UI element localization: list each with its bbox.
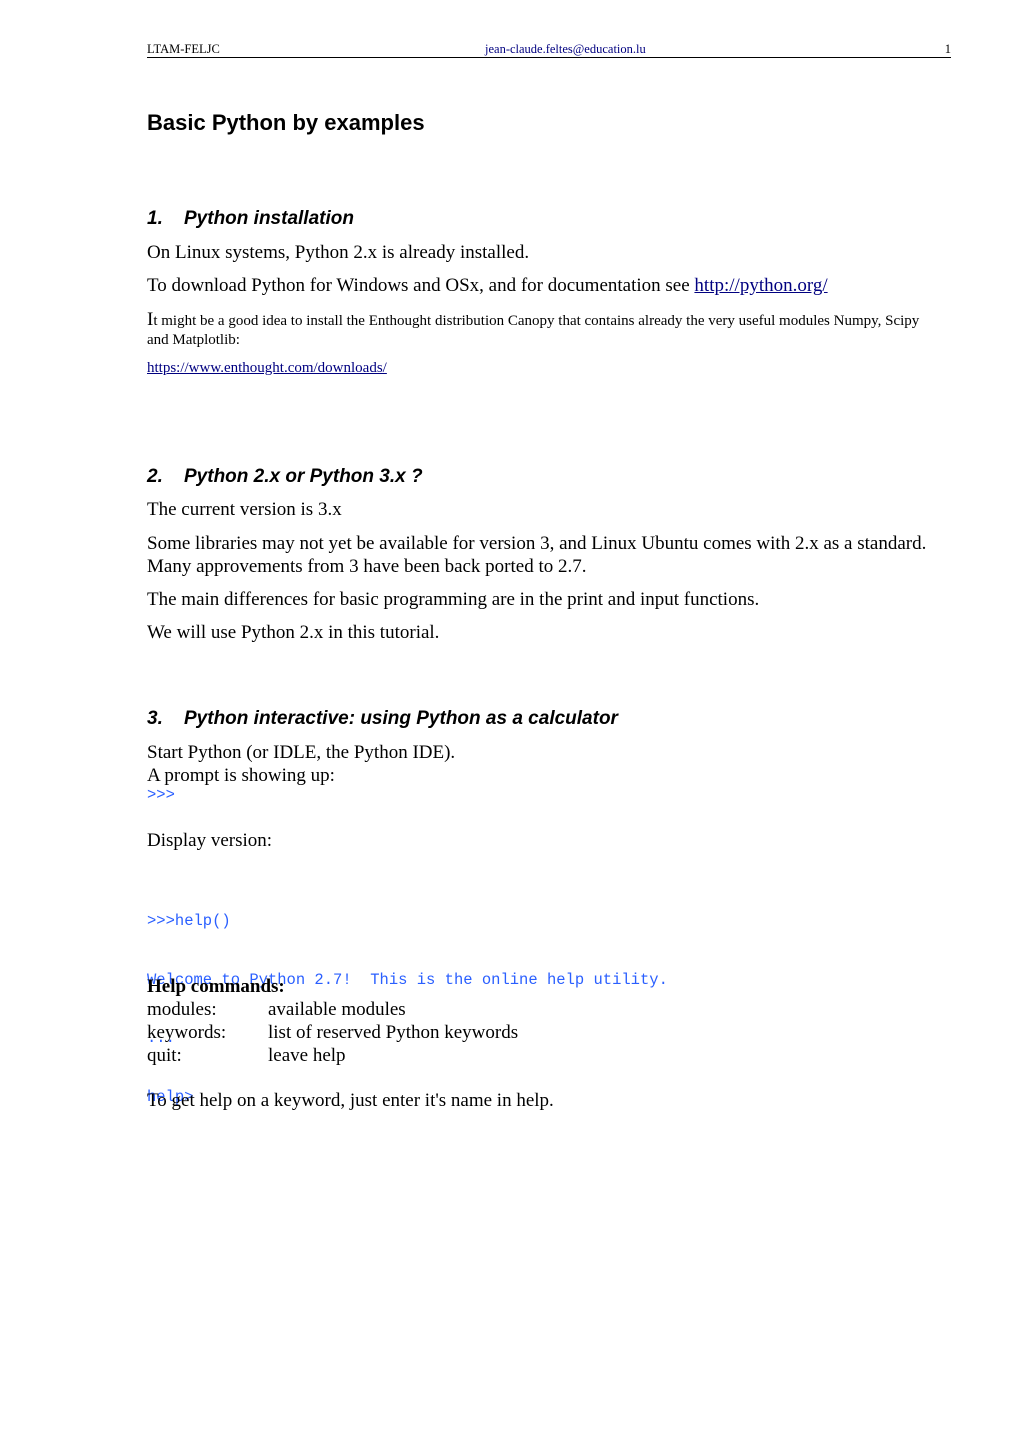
help-command-desc: leave help: [268, 1045, 346, 1066]
paragraph: It might be a good idea to install the E…: [147, 310, 937, 350]
paragraph: Display version:: [147, 830, 273, 851]
help-commands-title: Help commands:: [147, 976, 285, 997]
paragraph: The current version is 3.x: [147, 499, 342, 520]
header-left-text: LTAM-FELJC: [147, 42, 220, 56]
section-title: Python interactive: using Python as a ca…: [184, 708, 618, 729]
section-3-heading: 3. Python interactive: using Python as a …: [147, 707, 618, 731]
paragraph: We will use Python 2.x in this tutorial.: [147, 622, 440, 643]
paragraph: On Linux systems, Python 2.x is already …: [147, 242, 530, 263]
section-1-heading: 1. Python installation: [147, 207, 354, 231]
paragraph: A prompt is showing up:: [147, 765, 335, 786]
page-header: LTAM-FELJC jean-claude.feltes@education.…: [147, 42, 951, 58]
help-command-key: modules:: [147, 999, 217, 1020]
help-command-row: quit: leave help: [147, 1044, 518, 1067]
header-email: jean-claude.feltes@education.lu: [485, 42, 646, 56]
help-commands-table: Help commands: modules: available module…: [147, 975, 518, 1067]
code-line: >>>help(): [147, 912, 231, 930]
help-command-desc: available modules: [268, 999, 406, 1020]
python-org-link[interactable]: http://python.org/: [694, 275, 827, 296]
help-command-key: quit:: [147, 1045, 182, 1066]
help-command-desc: list of reserved Python keywords: [268, 1022, 519, 1043]
section-number: 1.: [147, 208, 163, 229]
paragraph-text: To download Python for Windows and OSx, …: [147, 275, 695, 296]
paragraph: The main differences for basic programmi…: [147, 589, 760, 610]
help-command-row: keywords: list of reserved Python keywor…: [147, 1021, 518, 1044]
python-prompt: >>>: [147, 786, 175, 804]
paragraph: Some libraries may not yet be available …: [147, 533, 927, 577]
help-command-row: modules: available modules: [147, 998, 518, 1021]
paragraph: https://www.enthought.com/downloads/: [147, 359, 387, 378]
document-title: Basic Python by examples: [147, 110, 425, 135]
section-title: Python installation: [184, 208, 354, 229]
paragraph: To get help on a keyword, just enter it'…: [147, 1090, 554, 1111]
enthought-downloads-link[interactable]: https://www.enthought.com/downloads/: [147, 360, 387, 376]
paragraph: To download Python for Windows and OSx, …: [147, 274, 828, 297]
section-title: Python 2.x or Python 3.x ?: [184, 466, 423, 487]
paragraph: Start Python (or IDLE, the Python IDE).: [147, 742, 456, 763]
section-number: 3.: [147, 708, 163, 729]
help-command-key: keywords:: [147, 1022, 227, 1043]
section-2-heading: 2. Python 2.x or Python 3.x ?: [147, 465, 423, 489]
page-number: 1: [944, 42, 951, 56]
section-number: 2.: [147, 466, 163, 487]
paragraph-text: t might be a good idea to install the En…: [147, 313, 920, 348]
